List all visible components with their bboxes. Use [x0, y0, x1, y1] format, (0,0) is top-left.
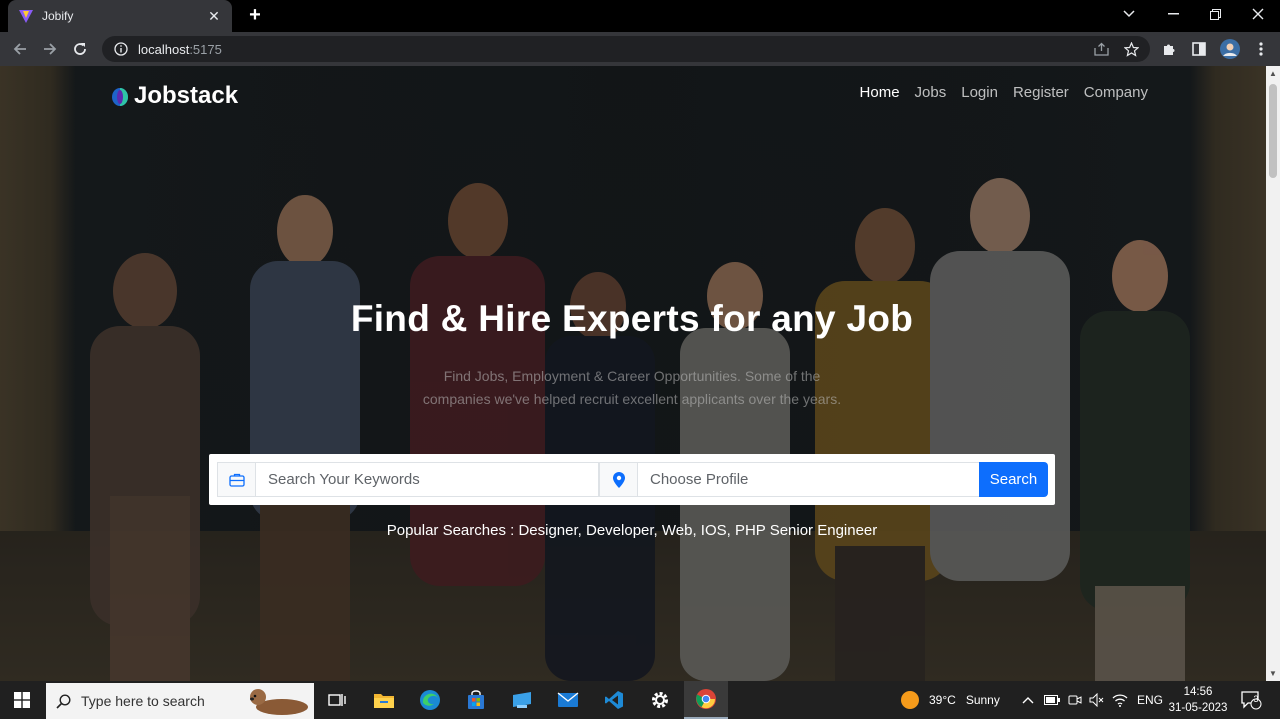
show-hidden-icons-chevron-icon[interactable]	[1022, 681, 1034, 719]
weather-temp: 39°C	[929, 693, 956, 707]
keyword-field-group	[217, 462, 599, 497]
profile-field-group	[599, 462, 980, 497]
scroll-up-icon[interactable]: ▲	[1269, 69, 1277, 78]
mail-icon[interactable]	[546, 681, 590, 719]
clock-time: 14:56	[1183, 686, 1213, 698]
taskbar-clock[interactable]: 14:56 31-05-2023	[1166, 684, 1230, 716]
popular-searches: Popular Searches : Designer, Developer, …	[386, 522, 878, 539]
vite-favicon-icon	[19, 10, 33, 23]
tab-title: Jobify	[42, 9, 74, 23]
job-search-form: Search	[209, 454, 1055, 505]
info-icon[interactable]	[114, 42, 128, 56]
windows-taskbar: Type here to search 39°C Sunny ENG 14:56…	[0, 681, 1280, 719]
sun-icon	[901, 691, 919, 709]
side-panel-icon[interactable]	[1188, 38, 1210, 60]
windows-start-icon[interactable]	[0, 681, 44, 719]
browser-menu-icon[interactable]	[1250, 38, 1272, 60]
browser-tab-bar: Jobify ✕ +	[0, 0, 1280, 32]
scrollbar-thumb[interactable]	[1269, 84, 1277, 178]
forward-icon[interactable]	[39, 38, 61, 60]
tab-close-icon[interactable]: ✕	[206, 8, 222, 25]
minimize-button[interactable]	[1151, 0, 1195, 28]
map-pin-icon	[600, 463, 638, 496]
hero-title: Find & Hire Experts for any Job	[350, 298, 914, 339]
share-icon[interactable]	[1090, 36, 1112, 62]
browser-toolbar: localhost:5175	[0, 32, 1280, 66]
bookmark-star-icon[interactable]	[1120, 36, 1142, 62]
vscode-icon[interactable]	[592, 681, 636, 719]
language-indicator[interactable]: ENG	[1137, 681, 1163, 719]
taskbar-search-box[interactable]: Type here to search	[46, 683, 314, 719]
taskbar-search-placeholder: Type here to search	[81, 693, 205, 709]
tab-search-chevron-icon[interactable]	[1107, 0, 1151, 28]
close-window-button[interactable]	[1236, 0, 1280, 28]
clock-date: 31-05-2023	[1168, 702, 1228, 714]
logo-text: Jobstack	[134, 82, 239, 109]
scroll-down-icon[interactable]: ▼	[1269, 669, 1277, 678]
extensions-icon[interactable]	[1158, 38, 1180, 60]
search-button[interactable]: Search	[979, 462, 1048, 497]
nav-home-link[interactable]: Home	[860, 84, 900, 101]
hero-subtitle: Find Jobs, Employment & Career Opportuni…	[422, 368, 842, 407]
nav-jobs-link[interactable]: Jobs	[915, 84, 947, 101]
restore-button[interactable]	[1193, 0, 1237, 28]
page-scrollbar[interactable]: ▲ ▼	[1266, 66, 1280, 681]
address-bar[interactable]: localhost:5175	[102, 36, 1150, 62]
remote-desktop-icon[interactable]	[500, 681, 544, 719]
briefcase-icon	[218, 463, 256, 496]
notifications-icon[interactable]: 3	[1240, 681, 1262, 719]
url-port: :5175	[189, 41, 222, 57]
keywords-input[interactable]	[256, 463, 596, 496]
otter-search-illustration-icon	[250, 689, 308, 715]
site-logo[interactable]: Jobstack	[110, 82, 238, 110]
profile-select[interactable]	[638, 463, 978, 496]
chrome-icon[interactable]	[684, 681, 728, 719]
jobstack-logo-icon	[112, 88, 128, 106]
settings-gear-icon[interactable]	[638, 681, 682, 719]
nav-login-link[interactable]: Login	[961, 84, 998, 101]
file-explorer-icon[interactable]	[362, 681, 406, 719]
speaker-muted-icon[interactable]	[1089, 681, 1105, 719]
notification-count: 3	[1253, 694, 1259, 704]
new-tab-button[interactable]: +	[244, 4, 266, 26]
url-host: localhost	[138, 41, 190, 57]
wifi-icon[interactable]	[1112, 681, 1128, 719]
battery-icon[interactable]	[1044, 681, 1060, 719]
browser-tab[interactable]: Jobify ✕	[8, 0, 232, 32]
reload-icon[interactable]	[69, 38, 91, 60]
weather-widget[interactable]: 39°C Sunny	[900, 681, 1000, 719]
search-icon	[56, 693, 71, 709]
microsoft-store-icon[interactable]	[454, 681, 498, 719]
weather-text: Sunny	[965, 693, 1000, 707]
main-nav: Home Jobs Login Register Company	[860, 84, 1148, 101]
nav-company-link[interactable]: Company	[1084, 84, 1148, 101]
back-icon[interactable]	[9, 38, 31, 60]
edge-browser-icon[interactable]	[408, 681, 452, 719]
nav-register-link[interactable]: Register	[1013, 84, 1069, 101]
task-view-icon[interactable]	[315, 681, 359, 719]
profile-avatar-icon[interactable]	[1219, 38, 1241, 60]
meet-now-icon[interactable]	[1068, 681, 1082, 719]
